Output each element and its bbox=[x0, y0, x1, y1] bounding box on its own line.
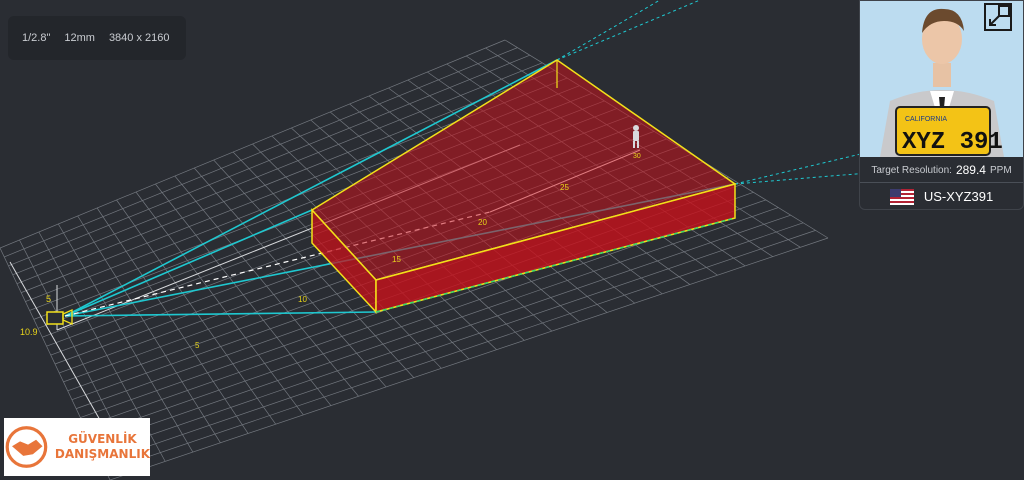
distance-mark-20: 20 bbox=[478, 218, 487, 227]
plate-id-row: US-XYZ391 bbox=[860, 183, 1023, 209]
camera-resolution: 3840 x 2160 bbox=[108, 32, 170, 44]
axis-label-5: 5 bbox=[46, 294, 51, 304]
detection-zone[interactable] bbox=[310, 59, 737, 314]
distance-mark-25: 25 bbox=[560, 183, 569, 192]
us-flag-icon bbox=[889, 188, 914, 205]
target-resolution-label: Target Resolution: bbox=[871, 164, 952, 176]
logo-line-1: GÜVENLİK bbox=[68, 432, 137, 446]
plate-id: US-XYZ391 bbox=[923, 189, 994, 204]
focal-length: 12mm bbox=[64, 32, 95, 44]
axis-label-10: 10.9 bbox=[20, 327, 38, 337]
plate-number: XYZ 391 bbox=[902, 129, 1003, 156]
expand-icon[interactable] bbox=[983, 2, 1013, 32]
sensor-size: 1/2.8" bbox=[22, 32, 51, 44]
distance-mark-15: 15 bbox=[392, 255, 401, 264]
company-logo: GÜVENLİK DANIŞMANLIK bbox=[4, 418, 150, 476]
distance-mark-5: 5 bbox=[195, 341, 200, 350]
target-resolution-row: Target Resolution: 289.4 PPM bbox=[860, 158, 1023, 183]
distance-mark-30: 30 bbox=[633, 153, 641, 160]
camera-spec-panel: 1/2.8" 12mm 3840 x 2160 bbox=[8, 16, 186, 60]
logo-line-2: DANIŞMANLIK bbox=[54, 447, 150, 461]
target-resolution-unit: PPM bbox=[989, 164, 1012, 176]
target-resolution-value: 289.4 bbox=[955, 163, 986, 177]
handshake-logo-icon bbox=[5, 426, 48, 468]
plate-state: CALIFORNIA bbox=[905, 116, 947, 123]
distance-mark-10: 10 bbox=[298, 295, 307, 304]
